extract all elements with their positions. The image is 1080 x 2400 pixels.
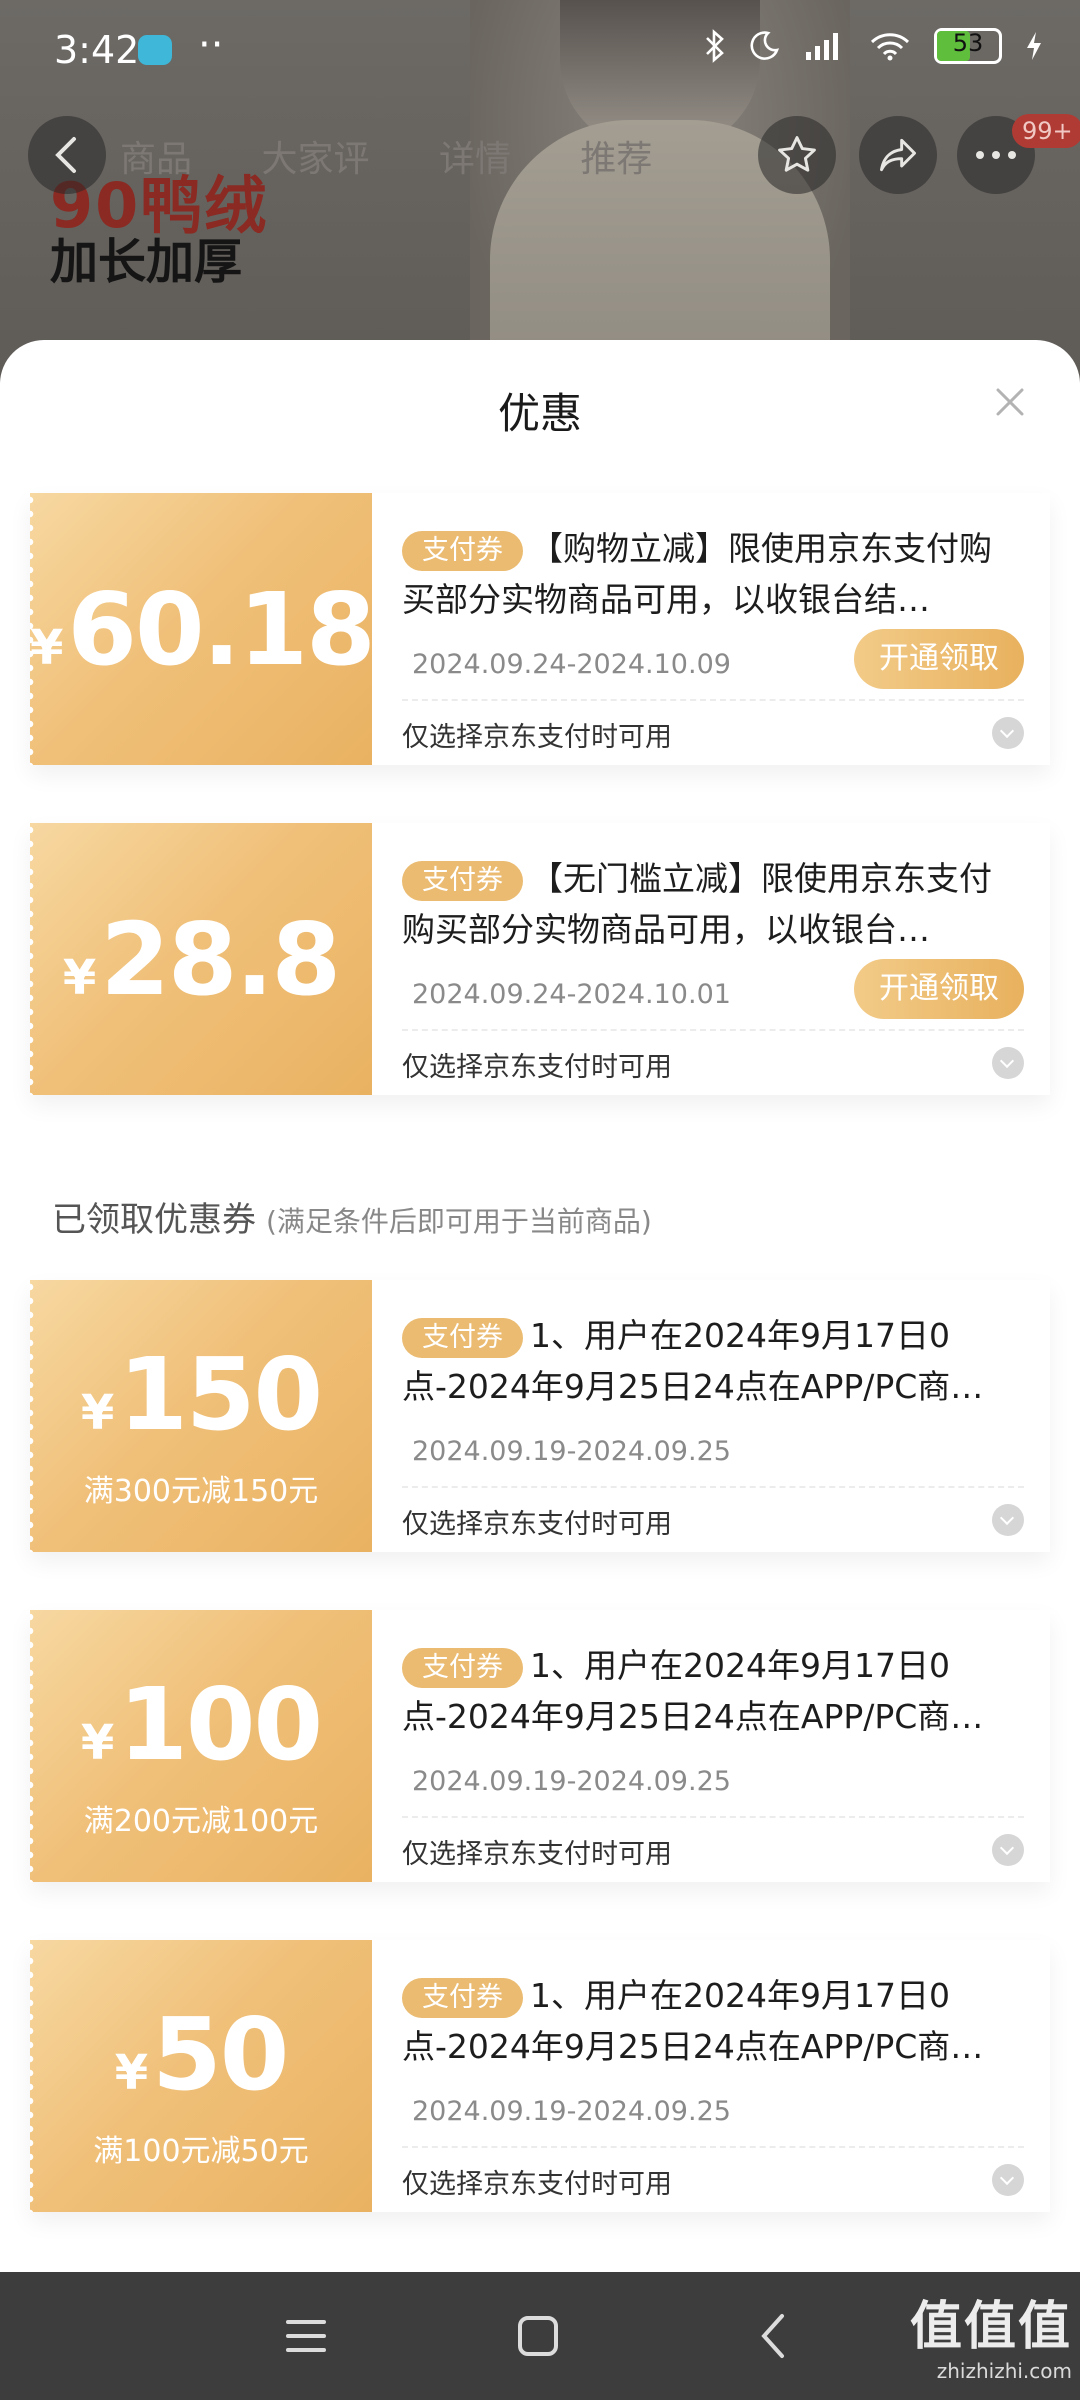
coupon-amount-panel: ¥50 满100元减50元 — [30, 1940, 372, 2212]
coupon-amount-panel: ¥28.8 — [30, 823, 372, 1095]
coupon-validity: 2024.09.24-2024.10.09 — [412, 649, 731, 680]
expand-chevron-icon[interactable] — [992, 1047, 1024, 1079]
claimed-coupon: ¥100 满200元减100元 1、用户在2024年9月17日0点-2024年9… — [30, 1610, 1050, 1882]
status-time: 3:42 — [54, 28, 140, 72]
coupon-type-tag: 支付券 — [402, 1318, 523, 1358]
battery-icon: 53 — [934, 28, 1002, 64]
claimed-coupons-title: 已领取优惠券 — [52, 1200, 256, 1240]
currency-symbol: ¥ — [114, 2045, 149, 2101]
amount-value: 100 — [118, 1666, 323, 1783]
moon-icon — [750, 31, 780, 60]
coupon-condition: 满300元减150元 — [83, 1474, 319, 1509]
coupon-info: 1、用户在2024年9月17日0点-2024年9月25日24点在APP/PC商…… — [372, 1940, 1050, 2212]
system-navigation-bar: 值值值 zhizhizhi.com — [0, 2272, 1080, 2400]
coupon-type-tag: 支付券 — [402, 1978, 523, 2018]
coupon-usage-note: 仅选择京东支付时可用 — [402, 1052, 672, 1083]
coupon-usage-note: 仅选择京东支付时可用 — [402, 1839, 672, 1870]
tab-reviews[interactable]: 大家评 — [261, 139, 369, 180]
expand-chevron-icon[interactable] — [992, 1504, 1024, 1536]
chevron-left-icon — [55, 137, 76, 173]
coupon-usage-note: 仅选择京东支付时可用 — [402, 722, 672, 753]
coupon-amount: ¥60.18 — [30, 571, 376, 688]
claim-coupon-button[interactable]: 开通领取 — [854, 959, 1024, 1019]
coupon-amount: ¥28.8 — [30, 901, 372, 1018]
coupon-divider — [402, 1029, 1024, 1031]
coupon-type-tag: 支付券 — [402, 531, 523, 571]
tab-details[interactable]: 详情 — [439, 139, 511, 180]
amount-value: 28.8 — [100, 901, 341, 1018]
recent-apps-menu-icon[interactable] — [280, 2310, 332, 2362]
coupon-divider — [402, 699, 1024, 701]
status-bar: 3:42 ·· 53 — [0, 0, 1080, 100]
close-icon[interactable] — [990, 382, 1030, 422]
coupon-amount: ¥100 — [30, 1666, 372, 1783]
bluetooth-icon — [706, 29, 724, 63]
tab-recommend[interactable]: 推荐 — [580, 139, 652, 180]
battery-percentage: 53 — [952, 29, 984, 57]
coupon-sheet: 优惠 ¥60.18 【购物立减】限使用京东支付购买部分实物商品可用，以收银台结…… — [0, 340, 1080, 2272]
claimed-coupons-heading: 已领取优惠券 (满足条件后即可用于当前商品) — [52, 1192, 652, 1241]
coupon-usage-note: 仅选择京东支付时可用 — [402, 1509, 672, 1540]
currency-symbol: ¥ — [80, 1715, 115, 1771]
claimed-coupon: ¥150 满300元减150元 1、用户在2024年9月17日0点-2024年9… — [30, 1280, 1050, 1552]
coupon-amount: ¥150 — [30, 1336, 372, 1453]
tab-product[interactable]: 商品 — [120, 139, 192, 180]
more-notifications-indicator: ·· — [198, 22, 224, 68]
coupon-divider — [402, 1486, 1024, 1488]
favorite-button[interactable] — [758, 116, 836, 194]
coupon-amount: ¥50 — [30, 1996, 372, 2113]
coupon-amount-panel: ¥150 满300元减150元 — [30, 1280, 372, 1552]
charging-icon — [1027, 32, 1041, 60]
message-count-badge: 99+ — [1012, 114, 1080, 148]
home-square-icon[interactable] — [512, 2310, 564, 2362]
status-icons: 53 — [704, 28, 1044, 64]
coupon-divider — [402, 2146, 1024, 2148]
coupon-type-tag: 支付券 — [402, 1648, 523, 1688]
back-button[interactable] — [28, 116, 106, 194]
sheet-title: 优惠 — [497, 389, 582, 438]
coupon-info: 1、用户在2024年9月17日0点-2024年9月25日24点在APP/PC商…… — [372, 1610, 1050, 1882]
coupon-info: 【无门槛立减】限使用京东支付购买部分实物商品可用，以收银台… 支付券 2024.… — [372, 823, 1050, 1095]
claimed-coupon: ¥50 满100元减50元 1、用户在2024年9月17日0点-2024年9月2… — [30, 1940, 1050, 2212]
amount-value: 50 — [152, 1996, 289, 2113]
coupon-amount-panel: ¥60.18 — [30, 493, 376, 765]
currency-symbol: ¥ — [30, 620, 64, 676]
expand-chevron-icon[interactable] — [992, 1834, 1024, 1866]
coupon-condition: 满200元减100元 — [83, 1804, 319, 1839]
coupon-divider — [402, 1816, 1024, 1818]
notification-app-icon — [138, 35, 172, 65]
signal-icon — [806, 33, 838, 60]
currency-symbol: ¥ — [80, 1385, 115, 1441]
coupon-validity: 2024.09.19-2024.09.25 — [412, 1766, 731, 1797]
more-dots-icon — [976, 151, 1016, 159]
watermark-url: zhizhizhi.com — [936, 2359, 1072, 2383]
coupon-condition: 满100元减50元 — [93, 2134, 309, 2169]
coupon-validity: 2024.09.19-2024.09.25 — [412, 2096, 731, 2127]
coupon-info: 【购物立减】限使用京东支付购买部分实物商品可用，以收银台结… 支付券 2024.… — [372, 493, 1050, 765]
coupon-amount-panel: ¥100 满200元减100元 — [30, 1610, 372, 1882]
claim-coupon-button[interactable]: 开通领取 — [854, 629, 1024, 689]
star-icon — [778, 136, 816, 172]
expand-chevron-icon[interactable] — [992, 2164, 1024, 2196]
expand-chevron-icon[interactable] — [992, 717, 1024, 749]
amount-value: 150 — [118, 1336, 323, 1453]
available-coupon: ¥60.18 【购物立减】限使用京东支付购买部分实物商品可用，以收银台结… 支付… — [30, 493, 1050, 765]
amount-value: 60.18 — [67, 571, 375, 688]
coupon-validity: 2024.09.24-2024.10.01 — [412, 979, 731, 1010]
back-chevron-icon[interactable] — [748, 2310, 800, 2362]
coupon-type-tag: 支付券 — [402, 861, 523, 901]
coupon-usage-note: 仅选择京东支付时可用 — [402, 2169, 672, 2200]
currency-symbol: ¥ — [62, 950, 97, 1006]
claimed-coupons-subtitle: (满足条件后即可用于当前商品) — [266, 1205, 652, 1238]
product-tabs: 商品 大家评 详情 推荐 — [120, 130, 710, 182]
share-button[interactable] — [859, 116, 937, 194]
share-icon — [880, 138, 916, 172]
coupon-validity: 2024.09.19-2024.09.25 — [412, 1436, 731, 1467]
wifi-icon — [870, 33, 910, 61]
promo-subheadline: 加长加厚 — [50, 234, 243, 290]
coupon-info: 1、用户在2024年9月17日0点-2024年9月25日24点在APP/PC商…… — [372, 1280, 1050, 1552]
available-coupon: ¥28.8 【无门槛立减】限使用京东支付购买部分实物商品可用，以收银台… 支付券… — [30, 823, 1050, 1095]
watermark-logo-text: 值值值 — [909, 2297, 1072, 2357]
site-watermark: 值值值 zhizhizhi.com — [910, 2284, 1072, 2383]
